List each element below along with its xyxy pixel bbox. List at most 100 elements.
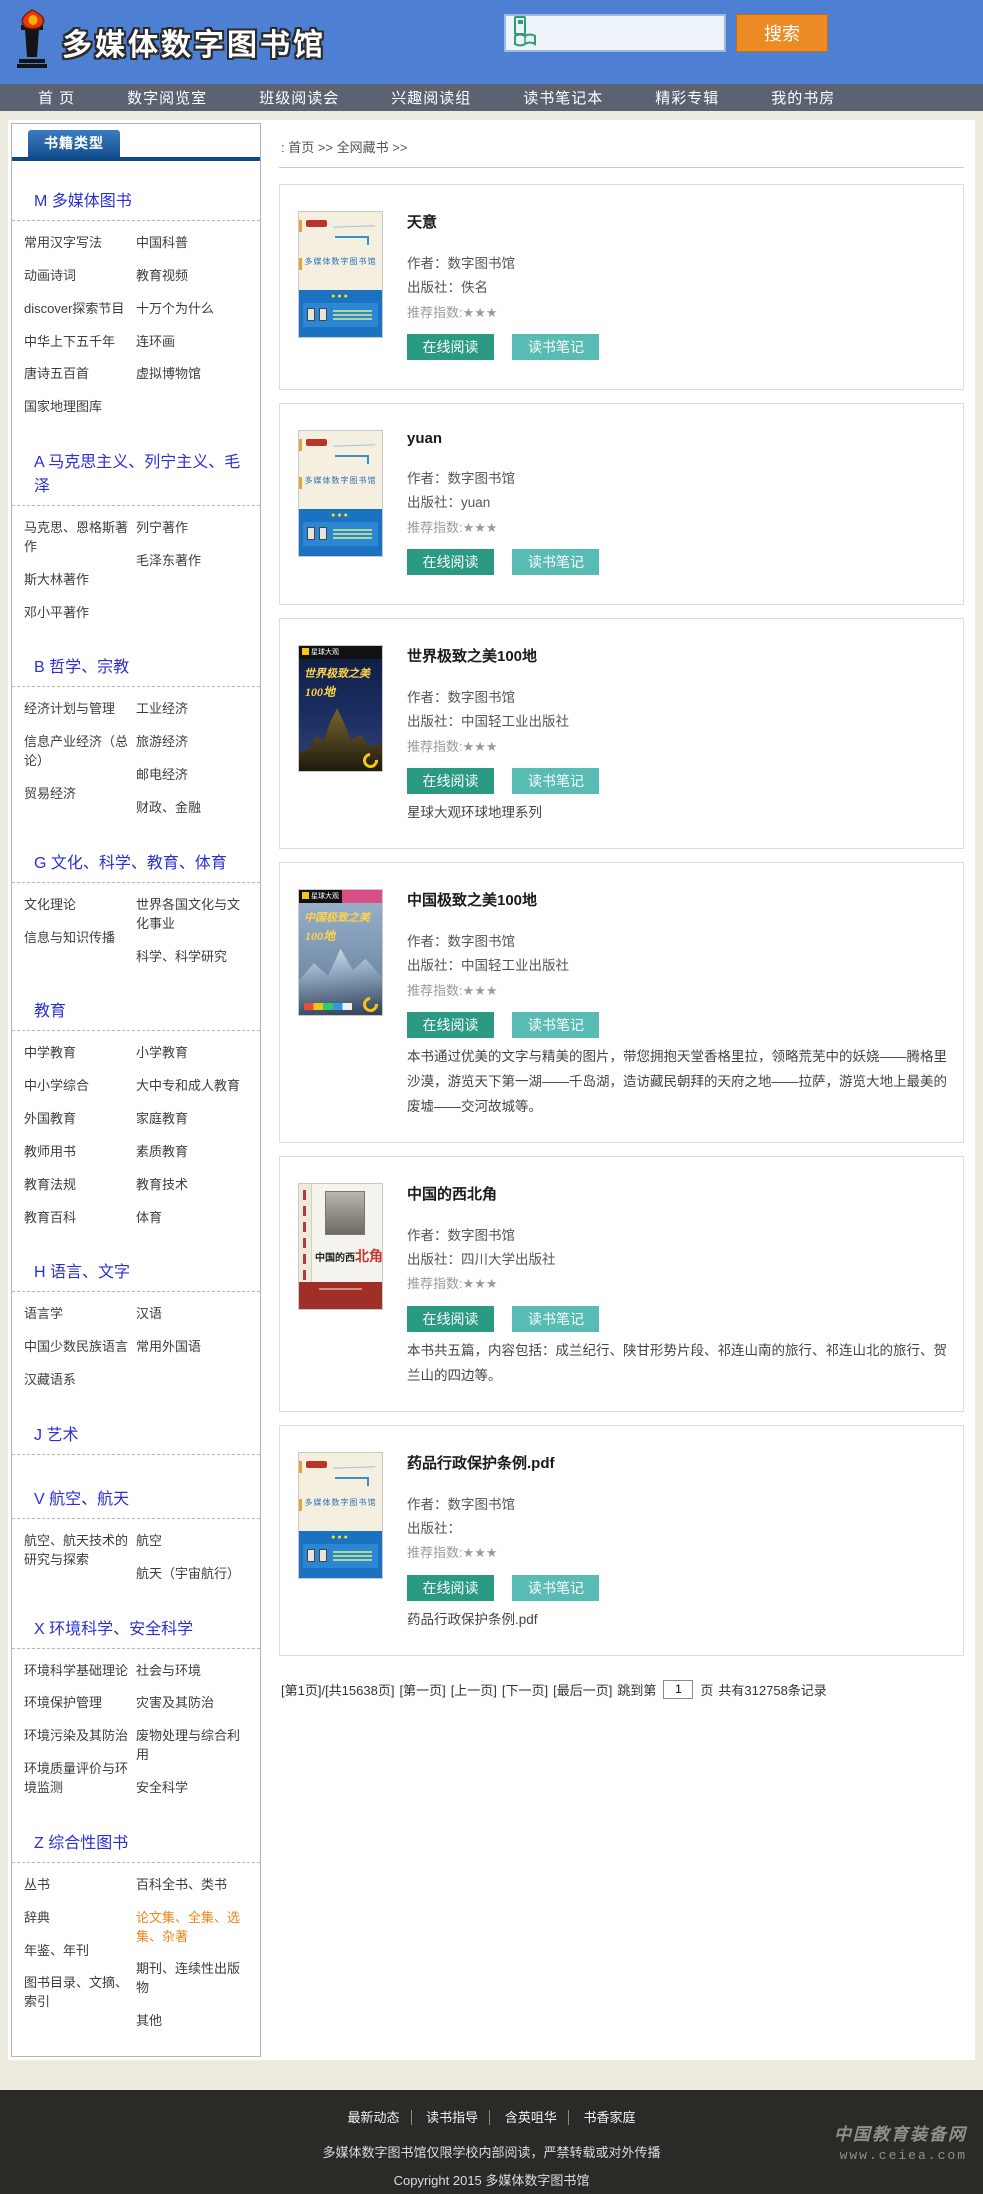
category-link[interactable]: 汉藏语系 bbox=[24, 1364, 136, 1397]
reading-note-button[interactable]: 读书笔记 bbox=[512, 334, 599, 360]
category-heading[interactable]: B 哲学、宗教 bbox=[12, 629, 260, 687]
reading-note-button[interactable]: 读书笔记 bbox=[512, 1012, 599, 1038]
category-link[interactable]: 辞典 bbox=[24, 1902, 136, 1935]
category-link[interactable]: 文化理论 bbox=[24, 889, 136, 922]
category-heading[interactable]: Z 综合性图书 bbox=[12, 1805, 260, 1863]
category-link[interactable]: 环境污染及其防治 bbox=[24, 1720, 136, 1753]
category-link[interactable]: 信息与知识传播 bbox=[24, 922, 136, 955]
category-link[interactable]: 列宁著作 bbox=[136, 512, 248, 545]
category-link[interactable]: 年鉴、年刊 bbox=[24, 1935, 136, 1968]
book-title[interactable]: 中国极致之美100地 bbox=[407, 889, 947, 910]
book-title[interactable]: 天意 bbox=[407, 211, 947, 232]
read-online-button[interactable]: 在线阅读 bbox=[407, 1575, 494, 1601]
category-link[interactable]: 丛书 bbox=[24, 1869, 136, 1902]
category-link[interactable]: 经济计划与管理 bbox=[24, 693, 136, 726]
category-link[interactable]: 外国教育 bbox=[24, 1103, 136, 1136]
category-link[interactable]: 大中专和成人教育 bbox=[136, 1070, 248, 1103]
nav-item[interactable]: 我的书房 bbox=[771, 87, 835, 108]
category-link[interactable]: 十万个为什么 bbox=[136, 293, 248, 326]
category-link[interactable]: 家庭教育 bbox=[136, 1103, 248, 1136]
last-page-link[interactable]: [最后一页] bbox=[553, 1680, 612, 1699]
book-title[interactable]: 世界极致之美100地 bbox=[407, 645, 947, 666]
category-link[interactable]: 中小学综合 bbox=[24, 1070, 136, 1103]
category-link[interactable]: 环境保护管理 bbox=[24, 1687, 136, 1720]
footer-link[interactable]: 书香家庭 bbox=[572, 2110, 646, 2125]
category-heading[interactable]: M 多媒体图书 bbox=[12, 163, 260, 221]
category-link[interactable]: 动画诗词 bbox=[24, 260, 136, 293]
category-link[interactable]: 社会与环境 bbox=[136, 1655, 248, 1688]
category-link[interactable]: 中华上下五千年 bbox=[24, 326, 136, 359]
reading-note-button[interactable]: 读书笔记 bbox=[512, 549, 599, 575]
category-heading[interactable]: J 艺术 bbox=[12, 1397, 260, 1455]
category-link[interactable]: 邮电经济 bbox=[136, 759, 248, 792]
category-link[interactable]: 常用外国语 bbox=[136, 1331, 248, 1364]
next-page-link[interactable]: [下一页] bbox=[502, 1680, 548, 1699]
category-link[interactable]: 唐诗五百首 bbox=[24, 358, 136, 391]
category-link[interactable]: 灾害及其防治 bbox=[136, 1687, 248, 1720]
book-cover[interactable]: 多媒体数字图书馆●●● bbox=[298, 211, 383, 338]
read-online-button[interactable]: 在线阅读 bbox=[407, 768, 494, 794]
category-heading[interactable]: 教育 bbox=[12, 973, 260, 1031]
category-link[interactable]: 航空、航天技术的研究与探索 bbox=[24, 1525, 136, 1577]
footer-link[interactable]: 读书指导 bbox=[415, 2110, 490, 2125]
book-cover[interactable]: 星球大观世界极致之美100地 bbox=[298, 645, 383, 772]
category-link[interactable]: 环境科学基础理论 bbox=[24, 1655, 136, 1688]
nav-item[interactable]: 班级阅读会 bbox=[259, 87, 339, 108]
read-online-button[interactable]: 在线阅读 bbox=[407, 334, 494, 360]
category-link[interactable]: 小学教育 bbox=[136, 1037, 248, 1070]
nav-item[interactable]: 读书笔记本 bbox=[523, 87, 603, 108]
category-link[interactable]: 财政、金融 bbox=[136, 792, 248, 825]
book-cover[interactable]: 多媒体数字图书馆●●● bbox=[298, 1452, 383, 1579]
category-link[interactable]: 贸易经济 bbox=[24, 778, 136, 811]
read-online-button[interactable]: 在线阅读 bbox=[407, 1012, 494, 1038]
read-online-button[interactable]: 在线阅读 bbox=[407, 549, 494, 575]
book-cover[interactable]: 星球大观中国极致之美100地 bbox=[298, 889, 383, 1016]
category-link[interactable]: 教育视频 bbox=[136, 260, 248, 293]
nav-item[interactable]: 兴趣阅读组 bbox=[391, 87, 471, 108]
category-link[interactable]: discover探索节目 bbox=[24, 293, 136, 326]
category-link[interactable]: 邓小平著作 bbox=[24, 597, 136, 630]
category-link[interactable]: 教育百科 bbox=[24, 1202, 136, 1235]
category-link[interactable]: 马克思、恩格斯著作 bbox=[24, 512, 136, 564]
reading-note-button[interactable]: 读书笔记 bbox=[512, 1306, 599, 1332]
category-link[interactable]: 体育 bbox=[136, 1202, 248, 1235]
footer-link[interactable]: 含英咀华 bbox=[494, 2110, 569, 2125]
category-link[interactable]: 连环画 bbox=[136, 326, 248, 359]
logo[interactable]: 多媒体数字图书馆 bbox=[10, 8, 326, 77]
category-link[interactable]: 中学教育 bbox=[24, 1037, 136, 1070]
category-link[interactable]: 中国少数民族语言 bbox=[24, 1331, 136, 1364]
category-link[interactable]: 航天（宇宙航行） bbox=[136, 1558, 248, 1591]
category-link[interactable]: 教育法规 bbox=[24, 1169, 136, 1202]
search-button[interactable]: 搜索 bbox=[736, 14, 828, 52]
prev-page-link[interactable]: [上一页] bbox=[451, 1680, 497, 1699]
category-link[interactable]: 旅游经济 bbox=[136, 726, 248, 759]
footer-link[interactable]: 最新动态 bbox=[337, 2110, 412, 2125]
category-link[interactable]: 工业经济 bbox=[136, 693, 248, 726]
search-input[interactable] bbox=[542, 18, 741, 48]
first-page-link[interactable]: [第一页] bbox=[399, 1680, 445, 1699]
category-link[interactable]: 常用汉字写法 bbox=[24, 227, 136, 260]
category-link[interactable]: 斯大林著作 bbox=[24, 564, 136, 597]
book-title[interactable]: 药品行政保护条例.pdf bbox=[407, 1452, 947, 1473]
category-heading[interactable]: V 航空、航天 bbox=[12, 1461, 260, 1519]
category-link[interactable]: 航空 bbox=[136, 1525, 248, 1558]
category-link[interactable]: 世界各国文化与文化事业 bbox=[136, 889, 248, 941]
jump-page-input[interactable] bbox=[663, 1680, 693, 1699]
category-link[interactable]: 期刊、连续性出版物 bbox=[136, 1953, 248, 2005]
category-heading[interactable]: H 语言、文字 bbox=[12, 1234, 260, 1292]
category-link[interactable]: 毛泽东著作 bbox=[136, 545, 248, 578]
category-link[interactable]: 国家地理图库 bbox=[24, 391, 136, 424]
category-link[interactable]: 教育技术 bbox=[136, 1169, 248, 1202]
reading-note-button[interactable]: 读书笔记 bbox=[512, 1575, 599, 1601]
category-link[interactable]: 教师用书 bbox=[24, 1136, 136, 1169]
category-link[interactable]: 汉语 bbox=[136, 1298, 248, 1331]
category-link[interactable]: 信息产业经济（总论） bbox=[24, 726, 136, 778]
book-title[interactable]: 中国的西北角 bbox=[407, 1183, 947, 1204]
category-link[interactable]: 百科全书、类书 bbox=[136, 1869, 248, 1902]
nav-item[interactable]: 首 页 bbox=[38, 87, 75, 108]
category-link[interactable]: 虚拟博物馆 bbox=[136, 358, 248, 391]
category-link[interactable]: 废物处理与综合利用 bbox=[136, 1720, 248, 1772]
category-link[interactable]: 论文集、全集、选集、杂著 bbox=[136, 1902, 248, 1954]
category-link[interactable]: 素质教育 bbox=[136, 1136, 248, 1169]
book-cover[interactable]: 中国的西北角 bbox=[298, 1183, 383, 1310]
